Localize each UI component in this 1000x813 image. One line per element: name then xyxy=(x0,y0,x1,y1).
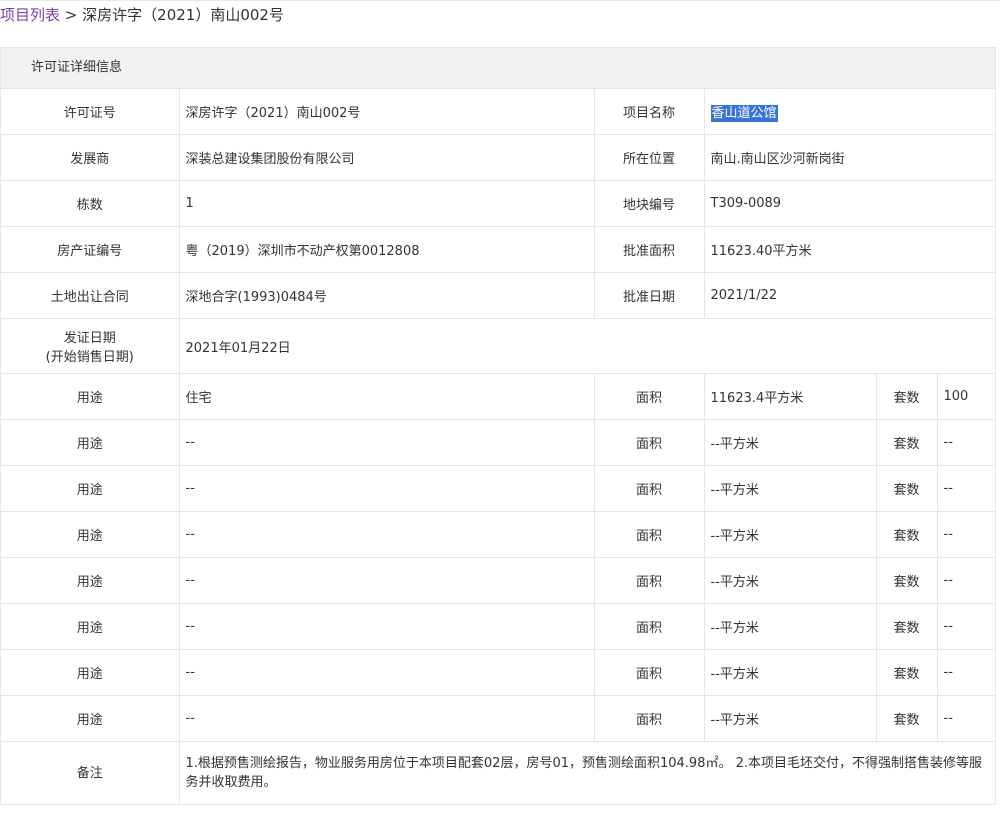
table-row: 栋数 1 地块编号 T309-0089 xyxy=(1,180,996,227)
license-detail-panel: 许可证详细信息 许可证号 深房许字（2021）南山002号 项目名称 香山道公馆… xyxy=(0,47,996,805)
area-label: 面积 xyxy=(593,603,705,650)
usage-value: -- xyxy=(178,603,595,650)
usage-label: 用途 xyxy=(1,603,180,650)
table-row: 发展商 深装总建设集团股份有限公司 所在位置 南山.南山区沙河新岗街 xyxy=(1,134,996,181)
usage-label: 用途 xyxy=(1,373,180,420)
approved-area-label: 批准面积 xyxy=(593,226,705,273)
usage-row: 用途 -- 面积 --平方米 套数 -- xyxy=(1,649,996,696)
units-label: 套数 xyxy=(875,373,938,420)
usage-value: -- xyxy=(178,511,595,558)
license-no-label: 许可证号 xyxy=(1,89,180,135)
area-value: 11623.4平方米 xyxy=(703,373,877,420)
remark-text: 1.根据预售测绘报告，物业服务用房位于本项目配套02层，房号01，预售测绘面积1… xyxy=(178,741,996,804)
location-value: 南山.南山区沙河新岗街 xyxy=(703,134,996,181)
units-value: 100 xyxy=(936,373,996,420)
buildings-label: 栋数 xyxy=(1,180,180,227)
units-value: -- xyxy=(936,419,996,466)
usage-row: 用途 -- 面积 --平方米 套数 -- xyxy=(1,419,996,466)
area-label: 面积 xyxy=(593,511,705,558)
units-label: 套数 xyxy=(875,511,938,558)
area-label: 面积 xyxy=(593,465,705,512)
units-label: 套数 xyxy=(875,465,938,512)
units-label: 套数 xyxy=(875,419,938,466)
cert-label: 房产证编号 xyxy=(1,226,180,273)
usage-label: 用途 xyxy=(1,695,180,742)
usage-value: -- xyxy=(178,465,595,512)
breadcrumb: 项目列表 > 深房许字（2021）南山002号 xyxy=(0,0,284,30)
usage-label: 用途 xyxy=(1,511,180,558)
license-detail-table: 许可证号 深房许字（2021）南山002号 项目名称 香山道公馆 发展商 深装总… xyxy=(1,89,996,804)
cert-value: 粤（2019）深圳市不动产权第0012808 xyxy=(178,226,595,273)
issue-date-value: 2021年01月22日 xyxy=(178,318,996,374)
table-row: 许可证号 深房许字（2021）南山002号 项目名称 香山道公馆 xyxy=(1,89,996,135)
units-value: -- xyxy=(936,465,996,512)
usage-label: 用途 xyxy=(1,557,180,604)
breadcrumb-separator: > xyxy=(64,6,78,24)
remark-row: 备注 1.根据预售测绘报告，物业服务用房位于本项目配套02层，房号01，预售测绘面… xyxy=(1,741,996,804)
breadcrumb-project-list-link[interactable]: 项目列表 xyxy=(0,6,60,24)
usage-row: 用途 -- 面积 --平方米 套数 -- xyxy=(1,557,996,604)
issue-date-label-line1: 发证日期 xyxy=(63,331,116,346)
usage-value: -- xyxy=(178,695,595,742)
area-label: 面积 xyxy=(593,419,705,466)
project-name-value: 香山道公馆 xyxy=(710,105,778,122)
usage-label: 用途 xyxy=(1,649,180,696)
land-contract-value: 深地合字(1993)0484号 xyxy=(178,272,595,319)
area-value: --平方米 xyxy=(703,649,877,696)
usage-row: 用途 -- 面积 --平方米 套数 -- xyxy=(1,603,996,650)
area-label: 面积 xyxy=(593,649,705,696)
table-row: 房产证编号 粤（2019）深圳市不动产权第0012808 批准面积 11623.… xyxy=(1,226,996,273)
panel-title: 许可证详细信息 xyxy=(1,48,995,89)
buildings-value: 1 xyxy=(178,180,595,227)
units-value: -- xyxy=(936,603,996,650)
table-row: 土地出让合同 深地合字(1993)0484号 批准日期 2021/1/22 xyxy=(1,272,996,319)
units-value: -- xyxy=(936,695,996,742)
issue-date-label: 发证日期 (开始销售日期) xyxy=(1,318,180,374)
parcel-value: T309-0089 xyxy=(703,180,996,227)
usage-row: 用途 住宅 面积 11623.4平方米 套数 100 xyxy=(1,373,996,420)
project-name-cell: 香山道公馆 xyxy=(703,89,996,135)
area-value: --平方米 xyxy=(703,465,877,512)
area-label: 面积 xyxy=(593,695,705,742)
usage-value: -- xyxy=(178,557,595,604)
area-value: --平方米 xyxy=(703,511,877,558)
units-value: -- xyxy=(936,511,996,558)
license-no-value: 深房许字（2021）南山002号 xyxy=(178,89,595,135)
approved-area-value: 11623.40平方米 xyxy=(703,226,996,273)
approved-date-label: 批准日期 xyxy=(593,272,705,319)
usage-row: 用途 -- 面积 --平方米 套数 -- xyxy=(1,465,996,512)
project-name-label: 项目名称 xyxy=(593,89,705,135)
developer-value: 深装总建设集团股份有限公司 xyxy=(178,134,595,181)
units-label: 套数 xyxy=(875,695,938,742)
area-value: --平方米 xyxy=(703,557,877,604)
usage-value: -- xyxy=(178,419,595,466)
breadcrumb-current: 深房许字（2021）南山002号 xyxy=(82,6,284,24)
usage-value: 住宅 xyxy=(178,373,595,420)
table-row: 发证日期 (开始销售日期) 2021年01月22日 xyxy=(1,318,996,374)
usage-label: 用途 xyxy=(1,419,180,466)
area-label: 面积 xyxy=(593,557,705,604)
remark-label: 备注 xyxy=(1,741,180,804)
units-value: -- xyxy=(936,649,996,696)
usage-row: 用途 -- 面积 --平方米 套数 -- xyxy=(1,511,996,558)
issue-date-label-line2: (开始销售日期) xyxy=(45,350,134,365)
land-contract-label: 土地出让合同 xyxy=(1,272,180,319)
usage-value: -- xyxy=(178,649,595,696)
usage-label: 用途 xyxy=(1,465,180,512)
location-label: 所在位置 xyxy=(593,134,705,181)
developer-label: 发展商 xyxy=(1,134,180,181)
units-value: -- xyxy=(936,557,996,604)
parcel-label: 地块编号 xyxy=(593,180,705,227)
area-label: 面积 xyxy=(593,373,705,420)
units-label: 套数 xyxy=(875,603,938,650)
units-label: 套数 xyxy=(875,649,938,696)
area-value: --平方米 xyxy=(703,695,877,742)
units-label: 套数 xyxy=(875,557,938,604)
usage-row: 用途 -- 面积 --平方米 套数 -- xyxy=(1,695,996,742)
area-value: --平方米 xyxy=(703,603,877,650)
approved-date-value: 2021/1/22 xyxy=(703,272,996,319)
area-value: --平方米 xyxy=(703,419,877,466)
